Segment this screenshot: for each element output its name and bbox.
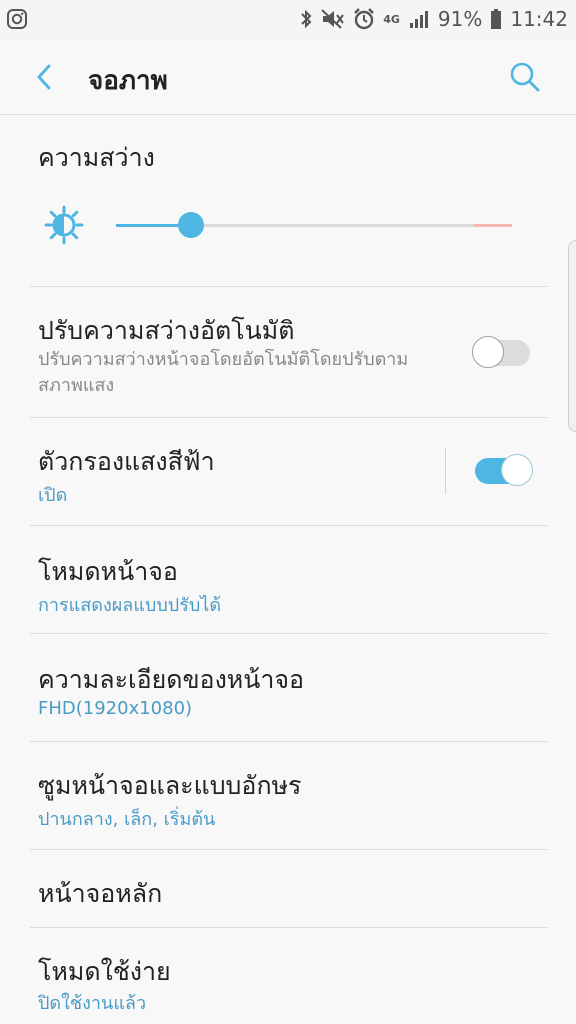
- vertical-separator: [445, 448, 446, 494]
- page-title: จอภาพ: [88, 66, 168, 96]
- setting-auto-brightness[interactable]: ปรับความสว่างอัตโนมัติ ปรับความสว่างหน้า…: [0, 287, 576, 417]
- setting-title: ตัวกรองแสงสีฟ้า: [38, 447, 215, 476]
- instagram-icon: [6, 8, 28, 34]
- setting-screen-resolution[interactable]: ความละเอียดของหน้าจอ FHD(1920x1080): [0, 634, 576, 741]
- setting-status: การแสดงผลแบบปรับได้: [38, 595, 222, 616]
- battery-icon: [490, 8, 502, 30]
- battery-percent: 91%: [437, 7, 483, 31]
- setting-home-screen[interactable]: หน้าจอหลัก: [0, 850, 576, 927]
- setting-title: ปรับความสว่างอัตโนมัติ: [38, 316, 295, 345]
- setting-status: ปิดใช้งานแล้ว: [38, 993, 147, 1014]
- toggle-knob: [472, 336, 504, 368]
- alarm-icon: [353, 8, 375, 30]
- setting-title: โหมดหน้าจอ: [38, 557, 178, 586]
- signal-icon: [408, 8, 430, 30]
- auto-brightness-toggle[interactable]: [472, 336, 532, 370]
- setting-screen-zoom-font[interactable]: ซูมหน้าจอและแบบอักษร ปานกลาง, เล็ก, เริ่…: [0, 742, 576, 849]
- toggle-knob: [501, 454, 533, 486]
- blue-light-filter-toggle[interactable]: [473, 454, 533, 488]
- brightness-icon: [44, 205, 84, 249]
- back-button[interactable]: [30, 62, 60, 92]
- setting-status: FHD(1920x1080): [38, 698, 193, 719]
- setting-title: ความละเอียดของหน้าจอ: [38, 665, 305, 694]
- setting-description: ปรับความสว่างหน้าจอโดยอัตโนมัติโดยปรับตา…: [38, 349, 409, 396]
- brightness-title: ความสว่าง: [38, 143, 155, 172]
- setting-screen-mode[interactable]: โหมดหน้าจอ การแสดงผลแบบปรับได้: [0, 526, 576, 633]
- setting-blue-light-filter[interactable]: ตัวกรองแสงสีฟ้า เปิด: [0, 418, 576, 525]
- setting-easy-mode[interactable]: โหมดใช้ง่าย ปิดใช้งานแล้ว: [0, 928, 576, 1024]
- slider-high-range: [474, 224, 512, 227]
- bluetooth-icon: [299, 8, 313, 30]
- search-button[interactable]: [508, 60, 542, 94]
- slider-thumb[interactable]: [178, 212, 204, 238]
- clock: 11:42: [510, 7, 568, 31]
- setting-title: ซูมหน้าจอและแบบอักษร: [38, 771, 302, 800]
- chevron-left-icon: [37, 64, 51, 90]
- mute-icon: [321, 8, 345, 30]
- setting-title: โหมดใช้ง่าย: [38, 957, 171, 986]
- setting-status: ปานกลาง, เล็ก, เริ่มต้น: [38, 809, 216, 830]
- brightness-slider[interactable]: [116, 212, 512, 238]
- status-bar: 4G 91% 11:42: [0, 0, 576, 40]
- edge-panel-handle[interactable]: [568, 240, 576, 432]
- search-icon: [510, 62, 540, 92]
- setting-status: เปิด: [38, 485, 68, 506]
- setting-title: หน้าจอหลัก: [38, 879, 163, 908]
- network-type: 4G: [383, 12, 400, 26]
- app-bar: จอภาพ: [0, 40, 576, 115]
